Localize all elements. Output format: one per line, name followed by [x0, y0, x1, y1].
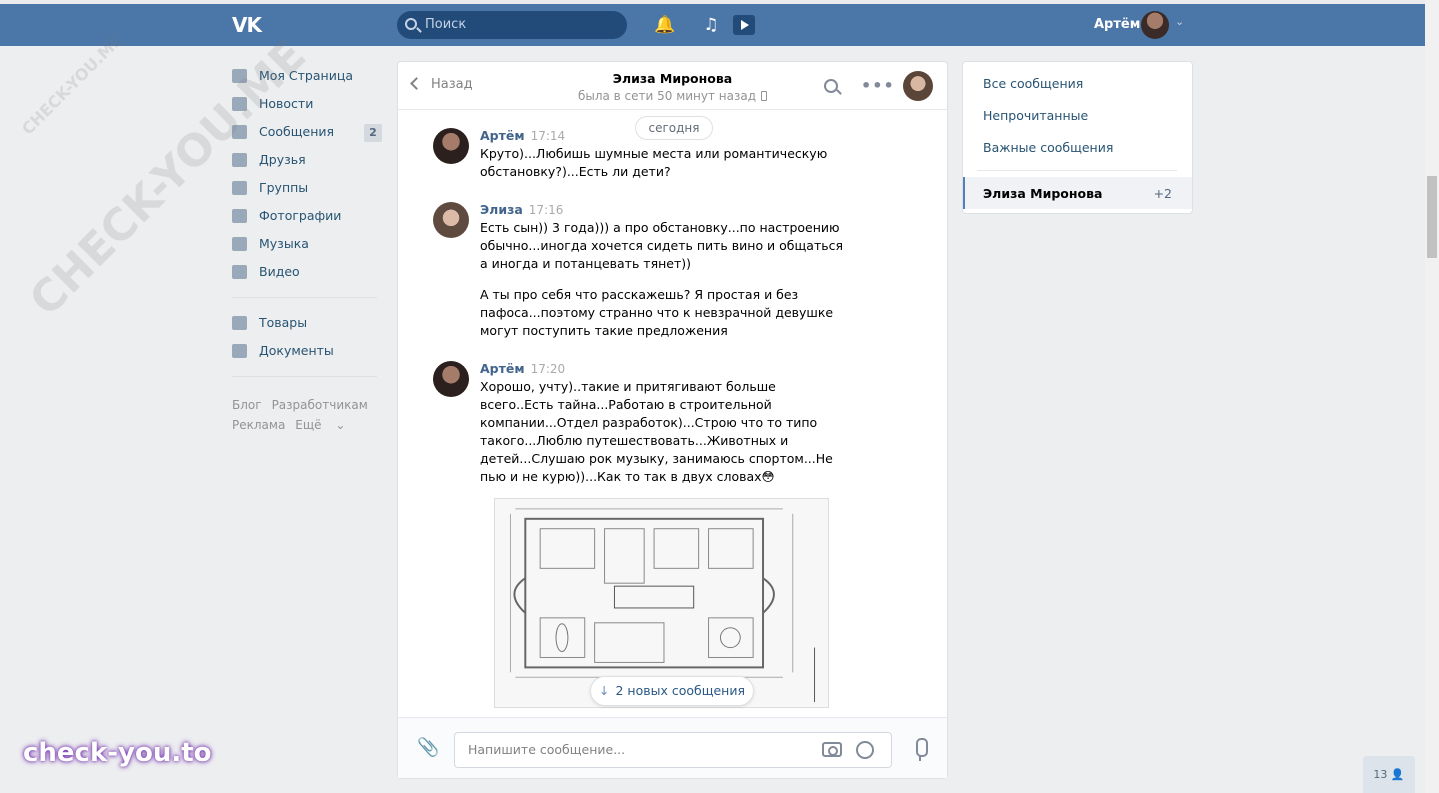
top-header: VK Поиск 🔔 ♫ Артём ⌄	[0, 4, 1425, 46]
filter-important[interactable]: Важные сообщения	[983, 140, 1113, 155]
more-icon[interactable]: •••	[861, 76, 895, 95]
search-icon	[405, 18, 417, 30]
avatar[interactable]	[903, 71, 933, 101]
arrow-down-icon: ↓	[599, 683, 610, 698]
footer-link-blog[interactable]: Блог	[232, 398, 262, 412]
online-friends-button[interactable]: 13 👤	[1363, 756, 1415, 793]
site-watermark: check-you.to	[23, 738, 212, 768]
sidebar-item-label: Фотографии	[259, 208, 342, 223]
sidebar-item-friends[interactable]: Друзья	[232, 146, 382, 174]
sidebar-item-label: Группы	[259, 180, 309, 195]
message-text: Хорошо, учту)..такие и притягивают больш…	[480, 379, 833, 484]
message-text: Круто)...Любишь шумные места или романти…	[480, 146, 828, 179]
play-icon[interactable]	[733, 15, 755, 35]
video-icon	[232, 265, 247, 279]
mobile-icon	[761, 91, 768, 101]
conversation-name: Элиза Миронова	[983, 186, 1103, 201]
message-time: 17:20	[530, 362, 566, 376]
sidebar-item-video[interactable]: Видео	[232, 258, 382, 286]
sidebar-item-documents[interactable]: Документы	[232, 337, 382, 365]
avatar[interactable]	[1141, 11, 1169, 39]
microphone-icon[interactable]	[912, 738, 928, 762]
avatar[interactable]	[433, 361, 469, 397]
watermark-text: CHECK-YOU.ME	[18, 30, 126, 139]
music-icon	[232, 237, 247, 251]
scrollbar-thumb[interactable]	[1427, 176, 1437, 258]
user-name[interactable]: Артём	[1094, 17, 1140, 32]
footer-links: Блог Разработчикам Реклама Ещё ⌄	[232, 395, 382, 435]
sidebar-item-label: Видео	[259, 264, 300, 279]
message-author[interactable]: Артём 17:20	[480, 361, 565, 376]
footer-link-ads[interactable]: Реклама	[232, 418, 285, 432]
chevron-down-icon[interactable]: ⌄	[1175, 15, 1184, 28]
camera-icon[interactable]	[822, 742, 842, 757]
sidebar-item-photos[interactable]: Фотографии	[232, 202, 382, 230]
message-text: Есть сын)) 3 года))) а про обстановку...…	[480, 220, 843, 271]
search-input[interactable]: Поиск	[397, 11, 627, 39]
goods-icon	[232, 316, 247, 330]
search-icon[interactable]	[824, 79, 838, 93]
message-filters-panel: Все сообщения Непрочитанные Важные сообщ…	[962, 61, 1193, 214]
day-separator: сегодня	[635, 116, 713, 140]
avatar[interactable]	[433, 128, 469, 164]
documents-icon	[232, 344, 247, 358]
new-messages-button[interactable]: ↓ 2 новых сообщения	[590, 676, 754, 706]
search-placeholder: Поиск	[425, 17, 467, 32]
messages-badge: 2	[364, 124, 382, 142]
filter-unread[interactable]: Непрочитанные	[983, 108, 1088, 123]
smile-icon[interactable]	[856, 741, 874, 759]
divider	[232, 376, 377, 377]
paperclip-icon[interactable]: 📎	[417, 738, 439, 758]
sidebar-item-label: Документы	[259, 343, 334, 358]
message-text: А ты про себя что расскажешь? Я простая …	[480, 287, 834, 338]
message-author[interactable]: Элиза 17:16	[480, 202, 563, 217]
sidebar-item-label: Музыка	[259, 236, 309, 251]
sidebar-item-label: Товары	[259, 315, 308, 330]
vk-logo[interactable]: VK	[232, 13, 266, 37]
sidebar-item-label: Друзья	[259, 152, 306, 167]
chat-panel: Назад Элиза Миронова была в сети 50 мину…	[397, 61, 948, 779]
sidebar-item-goods[interactable]: Товары	[232, 309, 382, 337]
footer-link-more[interactable]: Ещё ⌄	[295, 418, 345, 432]
conversation-item-selected[interactable]: Элиза Миронова +2	[963, 177, 1192, 209]
unread-count: +2	[1153, 186, 1172, 201]
scrollbar[interactable]	[1425, 0, 1439, 793]
sidebar-item-label: Сообщения	[259, 124, 335, 139]
avatar[interactable]	[433, 202, 469, 238]
sidebar-item-music[interactable]: Музыка	[232, 230, 382, 258]
message-time: 17:14	[530, 129, 566, 143]
message-author[interactable]: Артём 17:14	[480, 128, 565, 143]
divider	[977, 170, 1177, 171]
friends-icon	[232, 153, 247, 167]
chat-header: Назад Элиза Миронова была в сети 50 мину…	[398, 62, 947, 110]
filter-all-messages[interactable]: Все сообщения	[983, 76, 1083, 91]
message-time: 17:16	[528, 203, 564, 217]
message-composer: 📎 Напишите сообщение...	[398, 717, 947, 778]
music-icon[interactable]: ♫	[700, 15, 722, 35]
bell-icon[interactable]: 🔔	[654, 15, 676, 35]
sidebar-item-groups[interactable]: Группы	[232, 174, 382, 202]
divider	[232, 297, 377, 298]
footer-link-devs[interactable]: Разработчикам	[272, 398, 368, 412]
groups-icon	[232, 181, 247, 195]
photo-icon	[232, 209, 247, 223]
